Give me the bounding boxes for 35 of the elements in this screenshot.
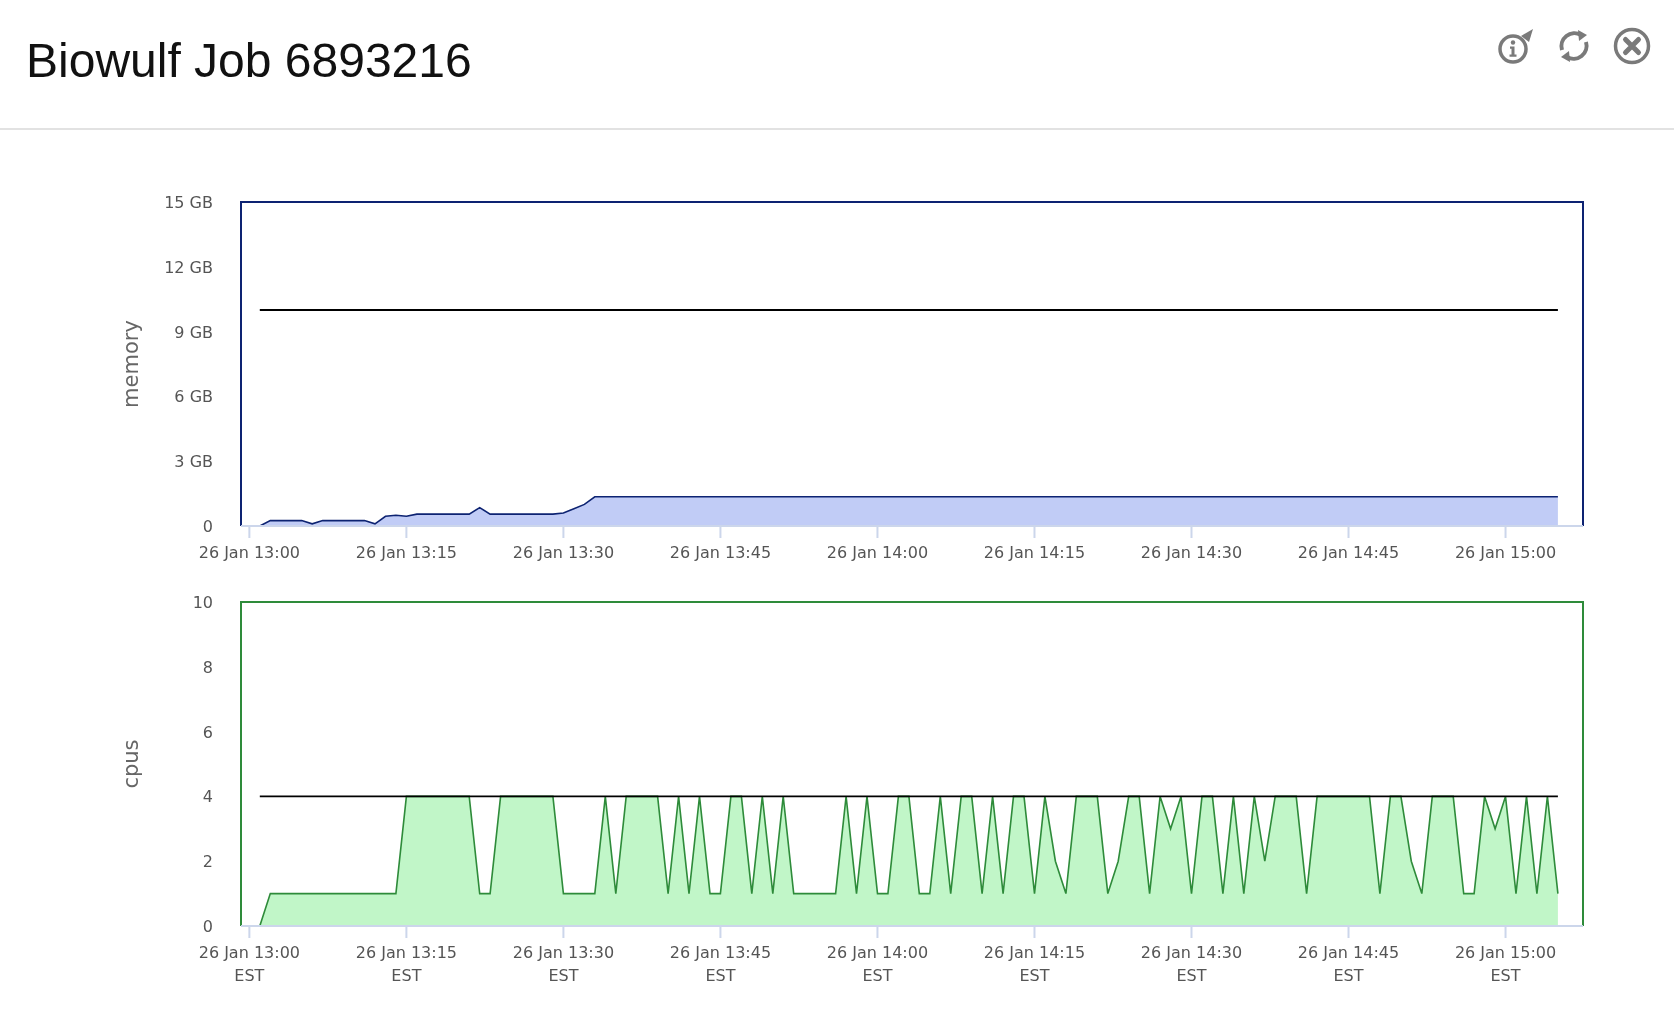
x-tick-label: 26 Jan 14:45 EST [1297,943,1400,985]
x-tick-label: 26 Jan 13:30 EST [512,943,615,985]
y-tick-label: 4 [202,787,213,807]
y-tick-label: 15 GB [164,193,213,212]
x-tick-label: 26 Jan 15:00 EST [1454,943,1557,985]
x-tick-label: 26 Jan 13:45 [669,543,772,562]
x-tick-label: 26 Jan 14:00 EST [826,943,929,985]
y-tick-label: 2 [202,852,213,872]
x-tick-label: 26 Jan 13:15 [355,543,458,562]
window-title: Biowulf Job 6893216 [26,32,472,88]
x-tick-label: 26 Jan 14:45 [1297,543,1400,562]
x-tick-label: 26 Jan 15:00 [1454,543,1557,562]
close-icon[interactable] [1612,26,1652,66]
x-tick-label: 26 Jan 13:30 [512,543,615,562]
y-tick-label: 0 [202,517,213,536]
y-tick-label: 12 GB [164,257,213,277]
x-tick-label: 26 Jan 14:30 EST [1140,943,1243,985]
y-tick-label: 10 [192,593,213,612]
x-tick-label: 26 Jan 14:15 [983,543,1086,562]
y-tick-label: 6 [202,722,213,742]
y-tick-label: 6 GB [174,387,213,407]
x-tick-label: 26 Jan 13:15 EST [355,943,458,985]
y-tick-label: 8 [202,657,213,677]
y-axis-title: cpus [119,739,143,789]
info-icon[interactable] [1496,26,1536,66]
y-tick-label: 9 GB [174,322,213,342]
y-tick-label: 0 [202,917,213,936]
x-tick-label: 26 Jan 13:45 EST [669,943,772,985]
y-tick-label: 3 GB [174,452,213,472]
x-tick-label: 26 Jan 13:00 [198,543,301,562]
x-tick-label: 26 Jan 14:30 [1140,543,1243,562]
y-axis-title: memory [119,320,143,408]
x-tick-label: 26 Jan 13:00 EST [198,943,301,985]
x-tick-label: 26 Jan 14:00 [826,543,929,562]
x-tick-label: 26 Jan 14:15 EST [983,943,1086,985]
